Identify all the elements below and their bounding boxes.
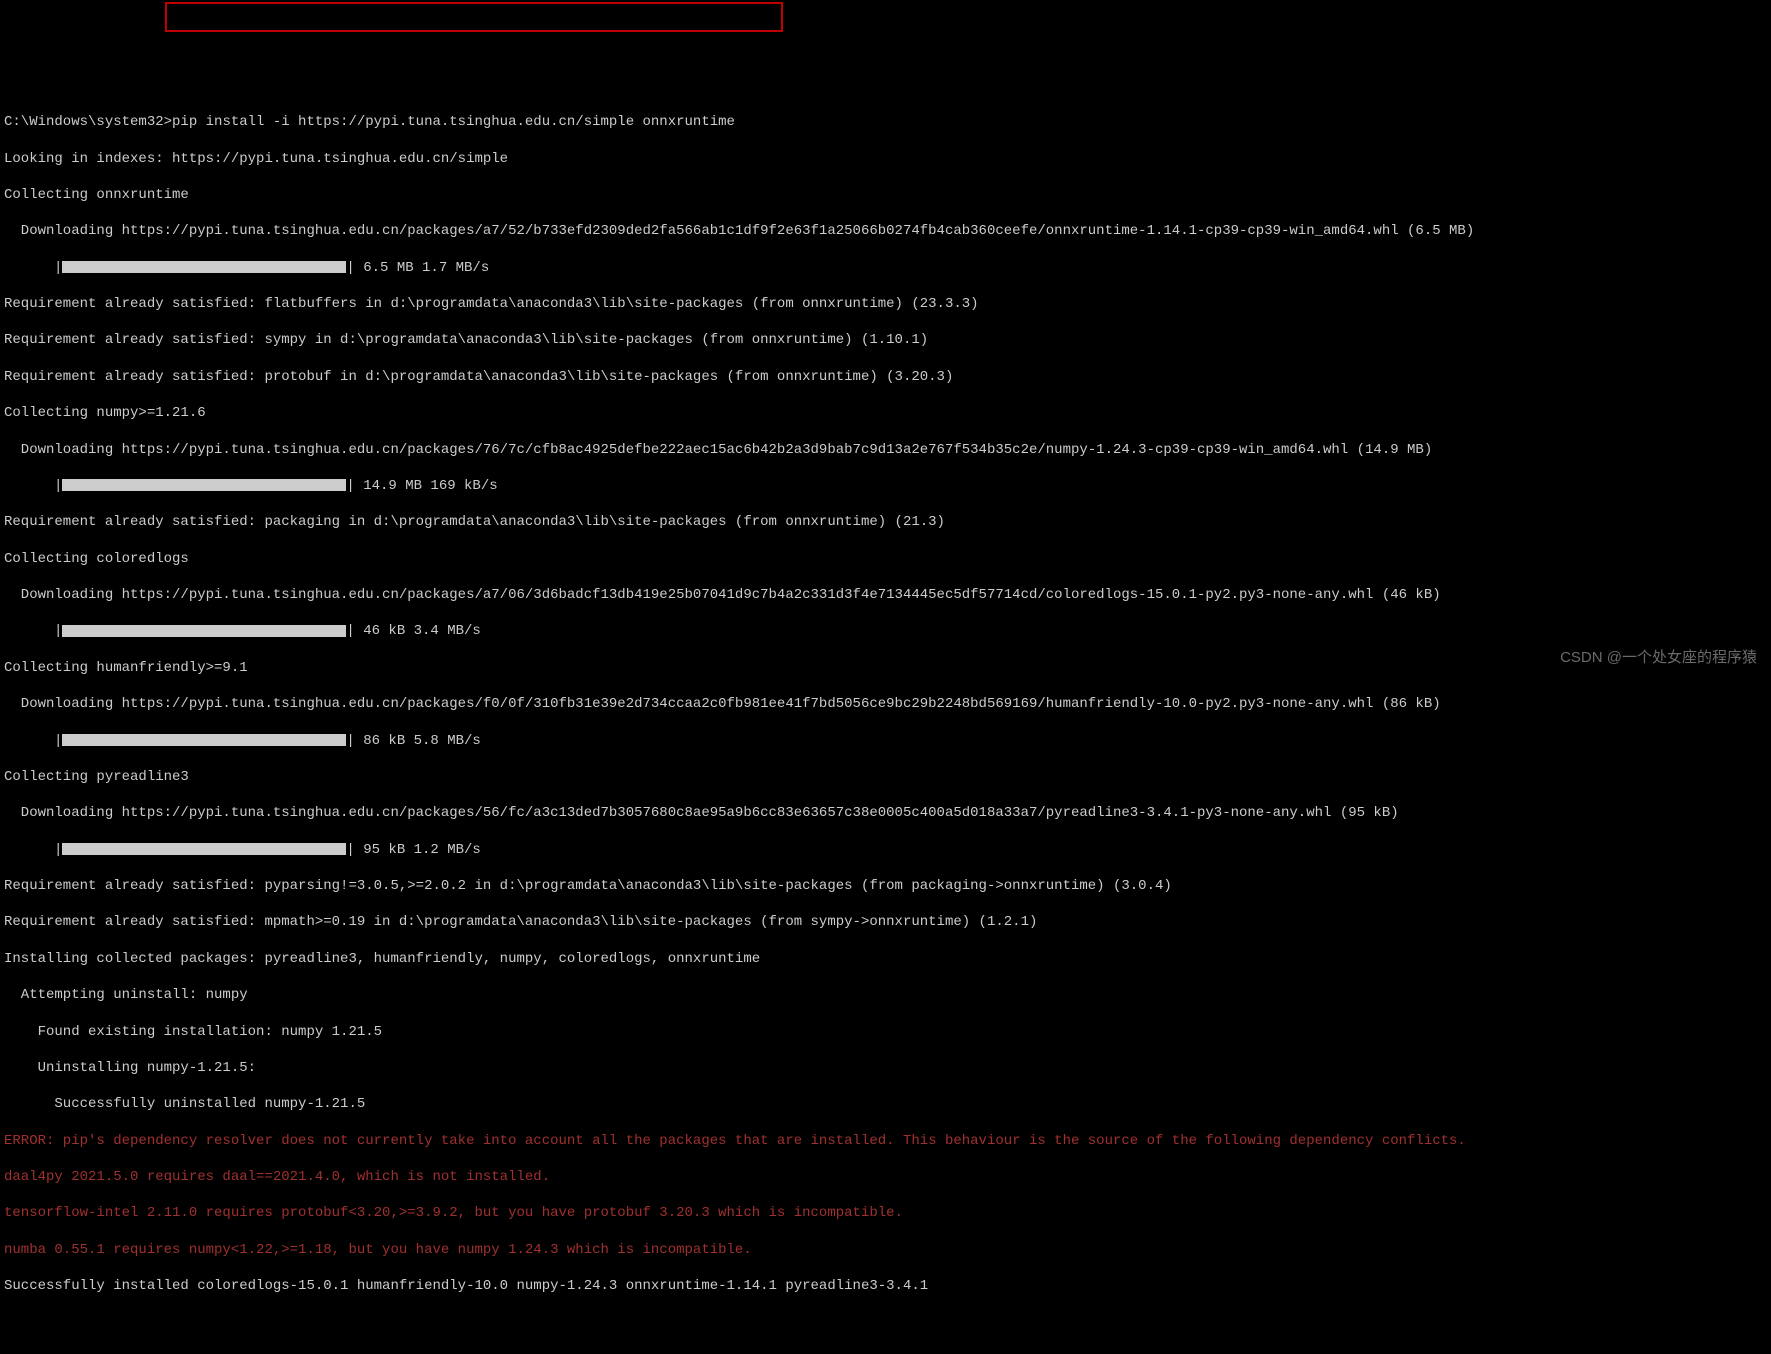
terminal-output: Uninstalling numpy-1.21.5:	[4, 1059, 1771, 1077]
terminal-output: Requirement already satisfied: packaging…	[4, 513, 1771, 531]
terminal-output: Collecting coloredlogs	[4, 550, 1771, 568]
terminal-output: Successfully uninstalled numpy-1.21.5	[4, 1095, 1771, 1113]
terminal-output: Collecting humanfriendly>=9.1	[4, 659, 1771, 677]
progress-bar-row: || 14.9 MB 169 kB/s	[4, 477, 1771, 495]
terminal-output: Successfully installed coloredlogs-15.0.…	[4, 1277, 1771, 1295]
progress-bar-text: | 6.5 MB 1.7 MB/s	[346, 260, 489, 276]
terminal-output: Attempting uninstall: numpy	[4, 986, 1771, 1004]
terminal-output: Found existing installation: numpy 1.21.…	[4, 1023, 1771, 1041]
terminal-output: Looking in indexes: https://pypi.tuna.ts…	[4, 150, 1771, 168]
terminal-output: Requirement already satisfied: protobuf …	[4, 368, 1771, 386]
progress-bar-row: || 86 kB 5.8 MB/s	[4, 732, 1771, 750]
terminal-error: numba 0.55.1 requires numpy<1.22,>=1.18,…	[4, 1241, 1771, 1259]
terminal-output: Downloading https://pypi.tuna.tsinghua.e…	[4, 222, 1771, 240]
progress-bar-fill	[62, 261, 346, 273]
progress-bar-row: || 46 kB 3.4 MB/s	[4, 622, 1771, 640]
terminal-error: daal4py 2021.5.0 requires daal==2021.4.0…	[4, 1168, 1771, 1186]
terminal-line[interactable]: C:\Windows\system32>pip install -i https…	[4, 113, 1771, 131]
progress-bar-text: | 14.9 MB 169 kB/s	[346, 478, 497, 494]
terminal-output: Collecting onnxruntime	[4, 186, 1771, 204]
progress-bar-fill	[62, 734, 346, 746]
terminal-output: Collecting pyreadline3	[4, 768, 1771, 786]
terminal-output: Requirement already satisfied: sympy in …	[4, 331, 1771, 349]
progress-bar-row: || 95 kB 1.2 MB/s	[4, 841, 1771, 859]
terminal-output: Downloading https://pypi.tuna.tsinghua.e…	[4, 441, 1771, 459]
terminal-output: Requirement already satisfied: flatbuffe…	[4, 295, 1771, 313]
progress-bar-text: | 46 kB 3.4 MB/s	[346, 623, 480, 639]
progress-bar-row: || 6.5 MB 1.7 MB/s	[4, 259, 1771, 277]
progress-bar-fill	[62, 843, 346, 855]
command-highlight-box	[165, 2, 783, 32]
terminal-error: tensorflow-intel 2.11.0 requires protobu…	[4, 1204, 1771, 1222]
terminal-output: Downloading https://pypi.tuna.tsinghua.e…	[4, 695, 1771, 713]
terminal-output: Downloading https://pypi.tuna.tsinghua.e…	[4, 586, 1771, 604]
terminal-output: Collecting numpy>=1.21.6	[4, 404, 1771, 422]
terminal-output: Installing collected packages: pyreadlin…	[4, 950, 1771, 968]
terminal-error: ERROR: pip's dependency resolver does no…	[4, 1132, 1771, 1150]
progress-bar-fill	[62, 625, 346, 637]
command-text: pip install -i https://pypi.tuna.tsinghu…	[172, 114, 735, 130]
progress-bar-fill	[62, 479, 346, 491]
progress-bar-text: | 95 kB 1.2 MB/s	[346, 842, 480, 858]
prompt-prefix: C:\Windows\system32>	[4, 114, 172, 130]
terminal-output: Requirement already satisfied: pyparsing…	[4, 877, 1771, 895]
terminal-output: Downloading https://pypi.tuna.tsinghua.e…	[4, 804, 1771, 822]
terminal-output: Requirement already satisfied: mpmath>=0…	[4, 913, 1771, 931]
progress-bar-text: | 86 kB 5.8 MB/s	[346, 733, 480, 749]
